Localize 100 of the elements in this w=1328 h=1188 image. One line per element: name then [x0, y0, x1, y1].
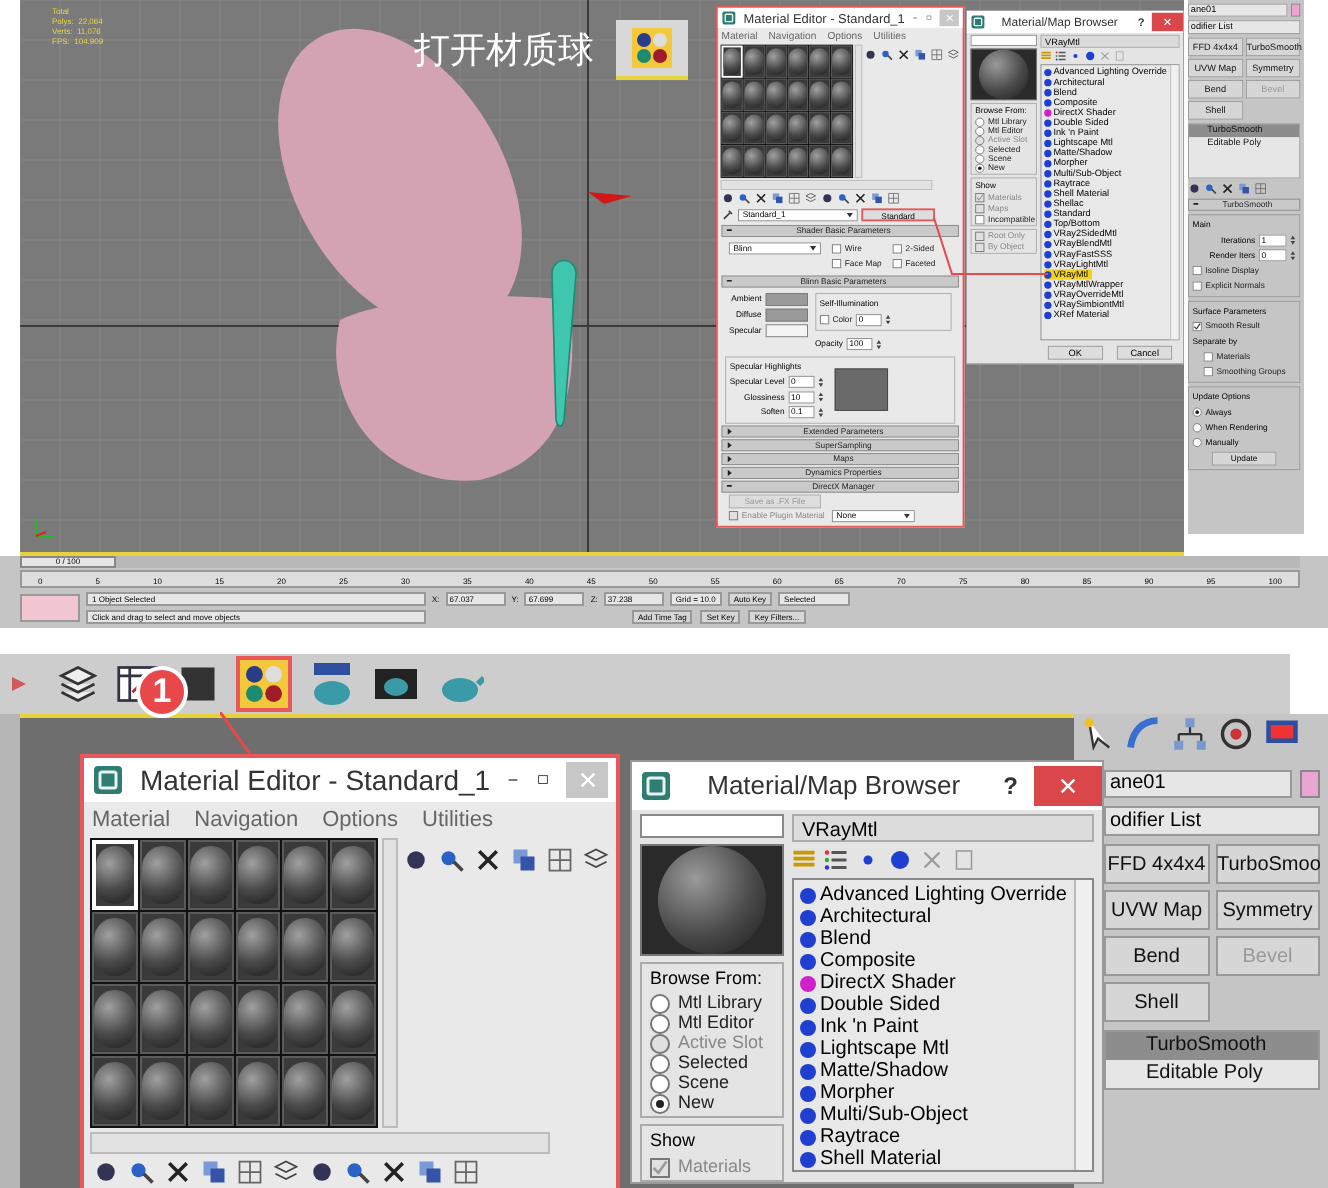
scrollbar[interactable] [382, 838, 398, 1128]
object-name-field[interactable]: ane01 [1104, 770, 1292, 798]
material-slot[interactable] [187, 1056, 234, 1126]
material-slot[interactable] [187, 840, 234, 910]
material-type-item[interactable]: Multi/Sub-Object [800, 1104, 976, 1126]
modifier-button[interactable]: FFD 4x4x4 [1104, 844, 1209, 884]
modifier-button[interactable]: Symmetry [1215, 890, 1320, 930]
schematic-icon[interactable] [176, 662, 220, 706]
scrollbar[interactable] [855, 44, 863, 179]
scrollbar[interactable] [90, 1132, 550, 1154]
checkbox[interactable] [1192, 266, 1202, 276]
copy-icon[interactable] [416, 1158, 444, 1186]
material-slot[interactable] [235, 912, 281, 982]
checkbox[interactable] [831, 244, 842, 254]
material-slot[interactable] [787, 78, 809, 111]
delete-icon[interactable] [754, 191, 768, 205]
radio-button[interactable] [975, 154, 985, 164]
menu-item[interactable]: Material [92, 803, 171, 837]
material-type-item[interactable]: Morpher [800, 1082, 903, 1104]
search-field[interactable] [640, 814, 784, 838]
delete-icon[interactable] [380, 1158, 408, 1186]
sphere-icon[interactable] [308, 1158, 336, 1186]
radio-button[interactable] [650, 993, 670, 1013]
material-slot[interactable] [187, 912, 234, 982]
create-icon[interactable] [1080, 716, 1116, 752]
modifier-button[interactable]: UVW Map [1104, 890, 1209, 930]
material-slot[interactable] [787, 111, 809, 144]
checkbox[interactable] [892, 244, 902, 254]
search-field[interactable] [970, 34, 1037, 46]
material-slot[interactable] [139, 912, 186, 982]
menu-item[interactable]: Navigation [194, 803, 299, 837]
pick-icon[interactable] [344, 1158, 372, 1186]
material-slot[interactable] [282, 984, 329, 1054]
grid-icon[interactable] [452, 1158, 480, 1186]
material-slot[interactable] [743, 144, 765, 178]
color-swatch[interactable] [765, 293, 808, 306]
material-slot[interactable] [235, 1056, 281, 1126]
material-slot[interactable] [765, 144, 787, 178]
scrollbar[interactable] [1170, 65, 1179, 340]
viewport[interactable] [20, 0, 1184, 556]
pick-icon[interactable] [1204, 182, 1218, 196]
material-slot[interactable] [721, 144, 743, 178]
material-slot[interactable] [235, 840, 281, 910]
radio-button[interactable] [975, 117, 985, 127]
stack-item[interactable]: Editable Poly [1106, 1060, 1318, 1088]
pick-icon[interactable] [738, 191, 751, 205]
checkbox[interactable] [831, 259, 842, 269]
modifier-list-dropdown[interactable]: odifier List [1104, 806, 1320, 836]
object-color-swatch[interactable] [1291, 3, 1301, 17]
motion-icon[interactable] [1218, 716, 1254, 752]
radio-button[interactable] [650, 1093, 670, 1113]
modifier-button[interactable]: Shell [1104, 982, 1209, 1022]
sphere-icon[interactable] [864, 48, 877, 62]
material-type-item[interactable]: Ink 'n Paint [800, 1016, 927, 1038]
radio-button[interactable] [975, 163, 985, 173]
material-type-item[interactable]: Double Sided [800, 994, 949, 1016]
material-slot[interactable] [787, 45, 809, 78]
menu-item[interactable]: Utilities [422, 803, 493, 837]
material-type-item[interactable]: Composite [800, 950, 924, 972]
material-slot[interactable] [809, 78, 831, 111]
material-slot[interactable] [831, 78, 853, 111]
copy-icon[interactable] [870, 191, 884, 205]
close-button[interactable] [1034, 766, 1102, 806]
pick-icon[interactable] [880, 48, 894, 62]
material-slot[interactable] [139, 1056, 186, 1126]
grid-icon[interactable] [236, 1158, 264, 1186]
script-listener-field[interactable] [20, 594, 80, 622]
eyedropper-icon[interactable] [721, 208, 735, 222]
sphere-icon[interactable] [1188, 182, 1201, 196]
color-swatch[interactable] [765, 324, 808, 338]
material-type-item[interactable]: Architectural [800, 906, 940, 928]
material-slot[interactable] [831, 111, 853, 144]
checkbox[interactable] [1192, 321, 1202, 331]
material-slot[interactable] [282, 840, 329, 910]
material-slot[interactable] [831, 144, 853, 178]
material-slot[interactable] [330, 840, 377, 910]
radio-button[interactable] [1192, 438, 1202, 448]
material-type-item[interactable]: Lightscape Mtl [800, 1038, 957, 1060]
material-slot[interactable] [282, 1056, 329, 1126]
material-type-item[interactable]: Raytrace [800, 1126, 909, 1148]
material-slot[interactable] [809, 144, 831, 178]
material-slot[interactable] [787, 144, 809, 178]
checkbox[interactable] [1203, 367, 1213, 377]
material-slot[interactable] [282, 912, 329, 982]
checkbox[interactable] [892, 259, 902, 269]
large-sphere-icon[interactable] [1084, 50, 1096, 62]
material-type-item[interactable]: Shell Material [800, 1148, 950, 1170]
radio-button[interactable] [975, 144, 985, 154]
toolbar-button[interactable] [616, 20, 688, 80]
radio-button[interactable] [975, 126, 985, 136]
layers-icon[interactable] [582, 846, 610, 874]
menu-item[interactable]: Options [322, 803, 399, 837]
sphere-icon[interactable] [721, 191, 735, 205]
object-color-swatch[interactable] [1300, 770, 1320, 798]
radio-button[interactable] [1192, 422, 1202, 433]
checkbox[interactable] [1203, 352, 1213, 362]
material-editor-icon[interactable] [630, 28, 674, 68]
sphere-icon[interactable] [820, 191, 834, 205]
delete-icon[interactable] [897, 48, 911, 62]
close-button[interactable] [1151, 12, 1184, 32]
